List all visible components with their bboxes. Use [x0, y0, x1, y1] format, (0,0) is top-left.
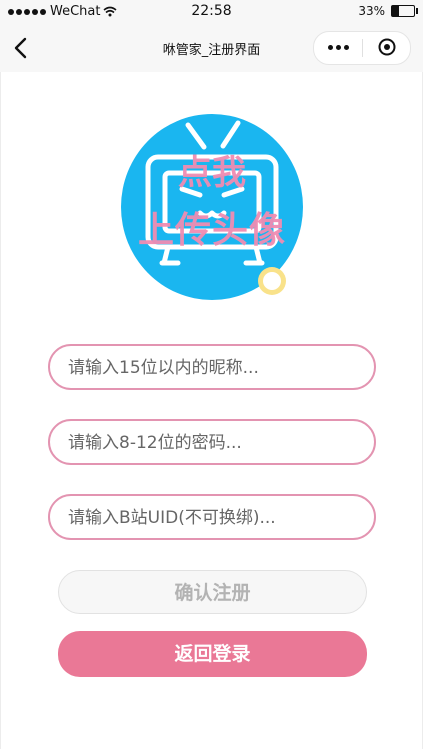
register-page: 点我 上传头像 确认注册 返回登录 [0, 72, 423, 749]
status-bar: WeChat 22:58 33% [0, 0, 423, 26]
avatar-upload[interactable]: 点我 上传头像 [120, 113, 304, 301]
battery-percent: 33% [358, 4, 385, 18]
capsule-divider [362, 39, 363, 57]
nickname-field[interactable] [48, 344, 376, 390]
battery-icon [391, 5, 418, 17]
battery-status: 33% [358, 4, 418, 18]
navigation-bar: 咻管家_注册界面 [0, 26, 423, 72]
uid-field[interactable] [48, 494, 376, 540]
nickname-input[interactable] [66, 346, 360, 390]
close-target-icon[interactable] [378, 38, 396, 56]
uid-input[interactable] [66, 496, 360, 540]
avatar-hint-line1: 点我 [178, 153, 246, 193]
confirm-register-button[interactable]: 确认注册 [58, 570, 367, 614]
more-icon[interactable] [328, 45, 349, 50]
miniprogram-capsule [313, 31, 411, 65]
back-to-login-button[interactable]: 返回登录 [58, 631, 367, 677]
password-field[interactable] [48, 419, 376, 465]
avatar-hint-line2: 上传头像 [137, 210, 286, 251]
password-input[interactable] [66, 421, 360, 465]
